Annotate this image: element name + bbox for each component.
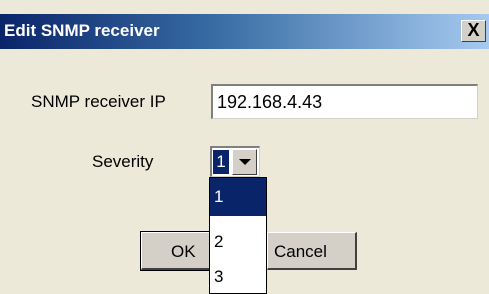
close-icon: X (467, 20, 480, 40)
dialog-title: Edit SNMP receiver (4, 21, 160, 40)
title-bar[interactable]: Edit SNMP receiver X (0, 14, 489, 49)
severity-option-2[interactable]: 2 (210, 218, 266, 256)
edit-snmp-receiver-dialog: Edit SNMP receiver X SNMP receiver IP 19… (0, 0, 489, 294)
severity-select[interactable]: 1 (210, 146, 260, 177)
ok-button-label: OK (171, 242, 196, 261)
severity-label: Severity (92, 152, 154, 171)
ip-label: SNMP receiver IP (31, 92, 166, 111)
cancel-button-label: Cancel (274, 242, 327, 261)
ip-input[interactable]: 192.168.4.43 (211, 84, 478, 119)
severity-option-3[interactable]: 3 (210, 258, 266, 293)
cancel-button[interactable]: Cancel (267, 232, 357, 270)
severity-selected-value[interactable]: 1 (213, 150, 229, 174)
severity-dropdown-button[interactable] (232, 149, 257, 175)
close-button[interactable]: X (461, 20, 486, 42)
severity-option-1[interactable]: 1 (210, 178, 266, 216)
severity-dropdown-list: 1 2 3 (209, 177, 267, 294)
chevron-down-icon (239, 159, 251, 165)
